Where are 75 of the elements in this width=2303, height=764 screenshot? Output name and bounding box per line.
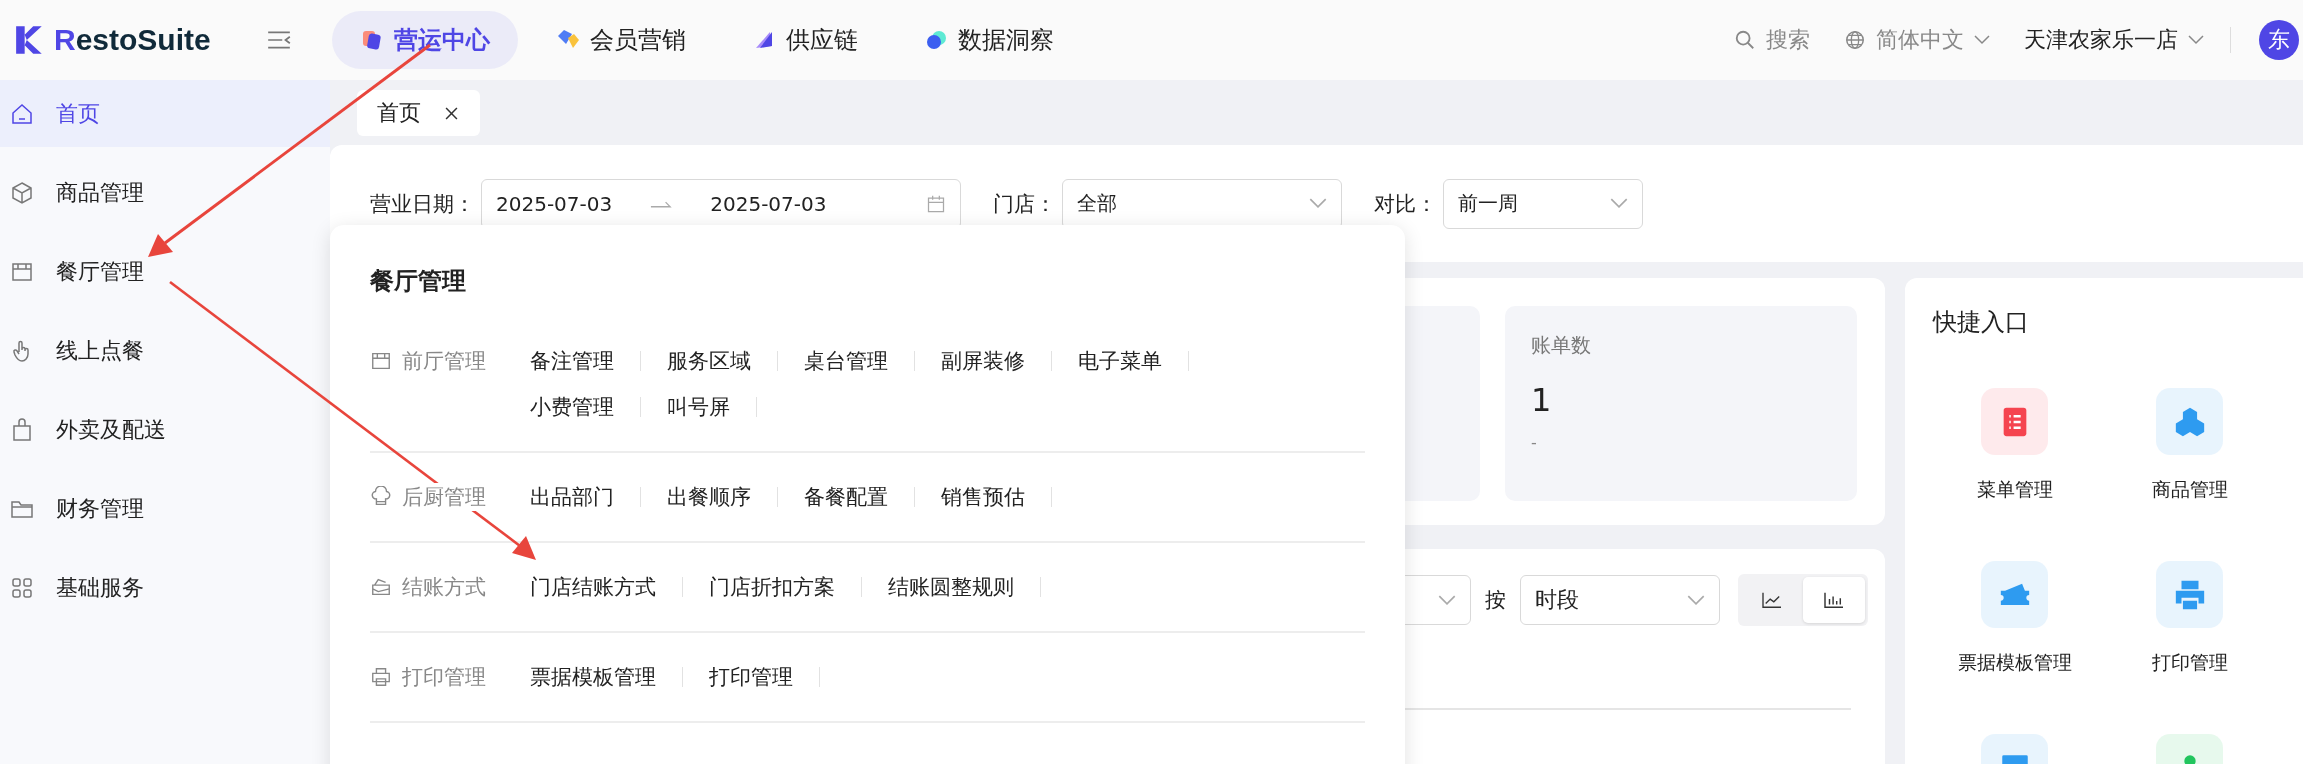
shortcut-label[interactable]: 商品管理: [2151, 477, 2228, 503]
menu-link[interactable]: 叫号屏: [667, 393, 730, 421]
menu-link[interactable]: 销售预估: [941, 483, 1025, 511]
sidebar-item[interactable]: 首页: [0, 80, 330, 147]
bar-chart-icon: [1823, 591, 1845, 609]
module-tab[interactable]: 数据洞察: [896, 11, 1082, 69]
store-label: 门店：: [993, 190, 1056, 218]
collapse-menu-icon[interactable]: [266, 30, 292, 50]
chevron-down-icon: [1309, 198, 1327, 209]
user-avatar[interactable]: 东: [2259, 20, 2299, 60]
chevron-down-icon: [1438, 594, 1456, 606]
popup-title: 餐厅管理: [370, 266, 467, 297]
group-label: 后厨管理: [402, 483, 486, 511]
menu-link[interactable]: 小费管理: [530, 393, 614, 421]
menu-link[interactable]: 副屏装修: [941, 347, 1025, 375]
module-icon: [924, 28, 948, 52]
sidebar-item[interactable]: 外卖及配送: [0, 396, 330, 463]
brand-name: RestoSuite: [54, 23, 211, 57]
sidebar-item[interactable]: 线上点餐: [0, 317, 330, 384]
stat-title: 账单数: [1531, 332, 1592, 359]
menu-link[interactable]: 结账圆整规则: [888, 573, 1014, 601]
compare-label: 对比：: [1374, 190, 1437, 218]
menu-link[interactable]: 电子菜单: [1078, 347, 1162, 375]
menu-link[interactable]: 桌台管理: [804, 347, 888, 375]
menu-link[interactable]: 出餐顺序: [667, 483, 751, 511]
search-icon: [1734, 29, 1756, 51]
printer-icon: [370, 666, 392, 688]
globe-icon: [1844, 29, 1866, 51]
bar-chart-button[interactable]: [1803, 577, 1865, 623]
stat-value: 1: [1531, 381, 1553, 419]
menu-link[interactable]: 备餐配置: [804, 483, 888, 511]
module-icon: [360, 28, 384, 52]
chevron-down-icon: [2188, 35, 2204, 45]
cube-icon: [10, 180, 34, 205]
module-tab[interactable]: 会员营销: [528, 11, 714, 69]
menu-link[interactable]: 备注管理: [530, 347, 614, 375]
chevron-down-icon: [1687, 594, 1705, 606]
module-tab[interactable]: 营运中心: [332, 11, 518, 69]
menu-link[interactable]: 门店结账方式: [530, 573, 656, 601]
home-icon: [10, 101, 34, 126]
menu-link[interactable]: 打印管理: [709, 663, 793, 691]
card-title: 快捷入口: [1933, 307, 2030, 338]
page-tab[interactable]: 首页: [357, 90, 480, 136]
line-chart-icon: [1761, 591, 1783, 609]
shortcut-label[interactable]: 票据模板管理: [1957, 650, 2072, 676]
menu-link[interactable]: 票据模板管理: [530, 663, 656, 691]
period-select[interactable]: 时段: [1520, 575, 1720, 625]
group-by-label: 按: [1485, 587, 1506, 614]
shortcut-tile[interactable]: [2156, 388, 2223, 455]
chevron-down-icon: [1974, 35, 1990, 45]
grid-icon: [10, 575, 34, 600]
date-label: 营业日期：: [370, 190, 475, 218]
sidebar-item[interactable]: 财务管理: [0, 475, 330, 542]
store-dropdown[interactable]: 天津农家乐一店: [2024, 25, 2204, 55]
shortcut-tile[interactable]: [2156, 561, 2223, 628]
stat-change: -: [1531, 433, 1538, 452]
shortcut-label[interactable]: 菜单管理: [1976, 477, 2053, 503]
shortcut-tile[interactable]: [1981, 388, 2048, 455]
sidebar-item[interactable]: 基础服务: [0, 554, 330, 621]
menu-link[interactable]: 出品部门: [530, 483, 614, 511]
menu-link[interactable]: 服务区域: [667, 347, 751, 375]
calendar-icon: [926, 193, 946, 214]
module-tab[interactable]: 供应链: [724, 11, 886, 69]
compare-select[interactable]: 前一周: [1443, 178, 1643, 229]
menu-link[interactable]: 门店折扣方案: [709, 573, 835, 601]
chevron-down-icon: [1610, 198, 1628, 209]
tab-label[interactable]: 首页: [377, 98, 421, 128]
shortcut-tile[interactable]: [1981, 561, 2048, 628]
sidebar-item[interactable]: 商品管理: [0, 159, 330, 226]
chef-hat-icon: [370, 486, 392, 508]
shortcut-label[interactable]: 打印管理: [2151, 650, 2228, 676]
bag-icon: [10, 417, 34, 442]
store-icon: [370, 350, 392, 372]
sidebar-item[interactable]: 餐厅管理: [0, 238, 330, 305]
close-icon[interactable]: [445, 106, 458, 120]
